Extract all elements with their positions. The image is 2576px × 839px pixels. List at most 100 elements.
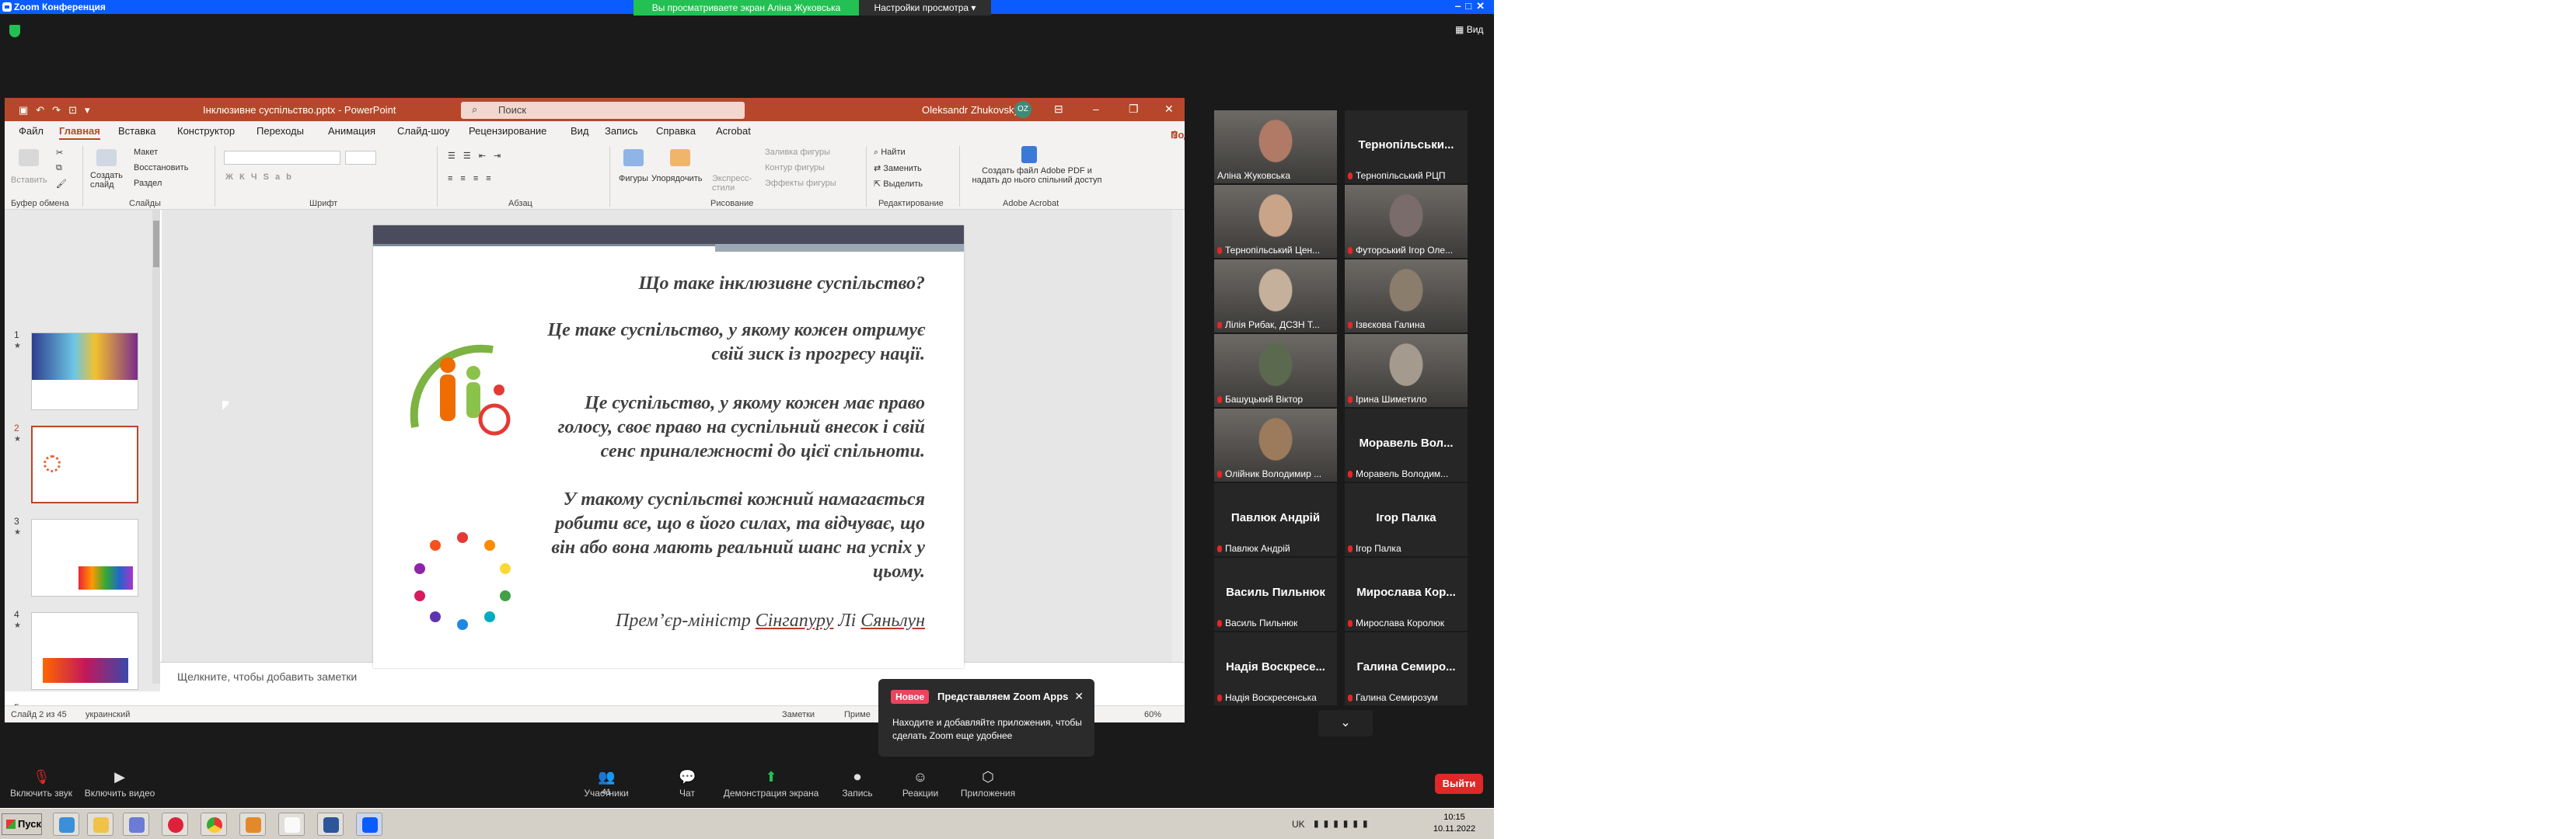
reactions-button[interactable]: ☺ Реакции — [891, 763, 950, 799]
tab-home[interactable]: Главная — [59, 125, 100, 140]
window-controls[interactable]: ‒□✕ — [1455, 0, 1489, 12]
taskbar-clock[interactable]: 10:15 10.11.2022 — [1427, 812, 1482, 835]
taskbar-media[interactable] — [123, 813, 149, 836]
apps-button[interactable]: ⬡ Приложения — [953, 763, 1023, 799]
arrange-label[interactable]: Упорядочить — [651, 174, 702, 183]
tab-view[interactable]: Вид — [571, 125, 589, 137]
share-screen-button[interactable]: ⬆ Демонстрация экрана — [717, 763, 826, 799]
slide-thumbnail-3[interactable] — [31, 519, 138, 597]
replace-button[interactable]: ⇄ Заменить — [874, 163, 922, 173]
tab-design[interactable]: Конструктор — [177, 125, 235, 137]
shapes-label[interactable]: Фигуры — [619, 174, 648, 183]
restore-icon[interactable]: ❐ — [1129, 103, 1139, 116]
reset-button[interactable]: Восстановить — [134, 163, 188, 172]
start-button[interactable]: Пуск — [2, 813, 42, 835]
participant-tile[interactable]: Василь Пильнюк Василь Пильнюк — [1214, 558, 1337, 631]
paste-label[interactable]: Вставить — [11, 176, 47, 185]
layout-button[interactable]: Макет — [134, 148, 158, 157]
tab-review[interactable]: Рецензирование — [469, 125, 546, 137]
quick-access-toolbar[interactable]: ▣↶↷⊡▾ — [19, 104, 98, 117]
zoom-level[interactable]: 60% — [1144, 710, 1161, 719]
tab-file[interactable]: Файл — [19, 125, 44, 137]
participant-tile[interactable]: Моравель Вол... Моравель Володим... — [1345, 409, 1468, 482]
participant-tile[interactable]: Олійник Володимир ... — [1214, 409, 1337, 482]
start-video-button[interactable]: ▶ Включить видео — [81, 763, 159, 799]
tab-acrobat[interactable]: Acrobat — [716, 125, 751, 137]
taskbar-chrome[interactable] — [201, 813, 227, 836]
current-slide[interactable]: Що таке інклюзивне суспільство? Це таке … — [373, 225, 964, 668]
arrange-icon[interactable] — [670, 149, 690, 166]
leave-button[interactable]: Выйти — [1435, 774, 1483, 794]
shape-effects-button[interactable]: Эффекты фигуры — [765, 179, 836, 188]
taskbar-ie[interactable] — [53, 813, 79, 836]
new-slide-label[interactable]: Создать слайд — [90, 171, 129, 190]
select-button[interactable]: ⇱ Выделить — [874, 179, 923, 189]
ppt-search-box[interactable]: ⌕ Поиск — [461, 102, 745, 119]
participant-tile[interactable]: Аліна Жуковська — [1214, 110, 1337, 183]
tray-icons[interactable]: ▮▮▮▮▮▮ — [1314, 818, 1373, 829]
participants-button[interactable]: 👥41 Участники — [575, 763, 637, 799]
tab-transitions[interactable]: Переходы — [257, 125, 304, 137]
tab-help[interactable]: Справка — [656, 125, 696, 137]
close-icon[interactable]: ✕ — [1074, 690, 1084, 703]
language-indicator[interactable]: украинский — [86, 710, 130, 719]
unmute-button[interactable]: 🎙 Включить звук — [6, 763, 76, 799]
ppt-user-name[interactable]: Oleksandr Zhukovsky — [922, 104, 1019, 116]
shape-fill-button[interactable]: Заливка фигуры — [765, 148, 830, 157]
font-name-field[interactable] — [224, 151, 340, 165]
font-format-buttons[interactable]: ЖКЧSab — [225, 172, 298, 182]
gallery-scroll-down-button[interactable]: ⌄ — [1318, 710, 1373, 736]
notes-toggle[interactable]: Заметки — [782, 710, 815, 719]
slide-thumbnail-1[interactable] — [31, 332, 138, 410]
tab-insert[interactable]: Вставка — [118, 125, 155, 137]
participant-tile[interactable]: Башуцький Віктор — [1214, 334, 1337, 407]
close-icon[interactable]: ✕ — [1164, 103, 1174, 116]
acrobat-pdf-icon[interactable] — [1021, 146, 1037, 163]
cut-icon[interactable]: ✂ — [56, 148, 63, 158]
section-button[interactable]: Раздел — [134, 179, 162, 188]
avatar[interactable]: OZ — [1014, 101, 1031, 118]
participant-tile[interactable]: Лілія Рибак, ДСЗН Т... — [1214, 259, 1337, 332]
create-pdf-button[interactable]: Создать файл Adobe PDF и надать до нього… — [967, 166, 1107, 185]
view-options-button[interactable]: Настройки просмотра ▾ — [859, 0, 991, 16]
quick-styles-label[interactable]: Экспресс-стили — [712, 174, 752, 193]
minimize-icon[interactable]: ‒ — [1093, 103, 1099, 115]
taskbar-word[interactable] — [317, 813, 344, 836]
participant-tile[interactable]: Ірина Шиметило — [1345, 334, 1468, 407]
participant-tile[interactable]: Галина Семиро... Галина Семирозум — [1345, 632, 1468, 705]
chat-button[interactable]: 💬 Чат — [659, 763, 715, 799]
paste-icon[interactable] — [19, 149, 39, 166]
list-buttons[interactable]: ☰☰⇤⇥ — [448, 151, 508, 161]
ribbon-display-icon[interactable]: ⊟ — [1054, 103, 1063, 116]
slide-scrollbar[interactable] — [1172, 210, 1183, 662]
slide-thumbnail-4[interactable] — [31, 612, 138, 690]
participant-tile[interactable]: Павлюк Андрій Павлюк Андрій — [1214, 483, 1337, 556]
taskbar-zoom[interactable] — [356, 813, 382, 836]
tab-animations[interactable]: Анимация — [328, 125, 375, 137]
keyboard-layout[interactable]: UK — [1292, 819, 1305, 830]
scrollbar-thumb[interactable] — [153, 221, 159, 267]
slide-thumbnails-pane[interactable]: 1 ★ 2 ★ 3 ★ 4 ★ 5 ★ — [5, 210, 160, 722]
participant-tile[interactable]: Ізвєкова Галина — [1345, 259, 1468, 332]
new-slide-icon[interactable] — [96, 149, 117, 166]
shapes-icon[interactable] — [623, 149, 644, 166]
copy-icon[interactable]: ⧉ — [56, 163, 62, 173]
shape-outline-button[interactable]: Контур фигуры — [765, 163, 825, 172]
font-size-field[interactable] — [345, 151, 376, 165]
taskbar-opera[interactable] — [162, 813, 188, 836]
participant-tile[interactable]: Надія Воскресе... Надія Воскресенська — [1214, 632, 1337, 705]
tab-slideshow[interactable]: Слайд-шоу — [397, 125, 449, 137]
taskbar-document[interactable] — [278, 813, 305, 836]
participant-tile[interactable]: Тернопільськи... Тернопільський РЦП — [1345, 110, 1468, 183]
participant-tile[interactable]: Ігор Палка Ігор Палка — [1345, 483, 1468, 556]
taskbar-app[interactable] — [239, 813, 266, 836]
thumbnails-scrollbar[interactable] — [152, 210, 160, 684]
view-button[interactable]: ▦ Вид — [1455, 24, 1483, 35]
encryption-shield-icon[interactable] — [9, 25, 20, 37]
comments-toggle[interactable]: Приме — [844, 710, 871, 719]
taskbar-explorer[interactable] — [87, 813, 113, 836]
align-buttons[interactable]: ≡≡≡≡ — [448, 174, 499, 183]
find-button[interactable]: ⌕ Найти — [874, 148, 906, 158]
participant-tile[interactable]: Мирослава Кор... Мирослава Королюк — [1345, 558, 1468, 631]
format-painter-icon[interactable]: 🖌 — [56, 179, 67, 189]
